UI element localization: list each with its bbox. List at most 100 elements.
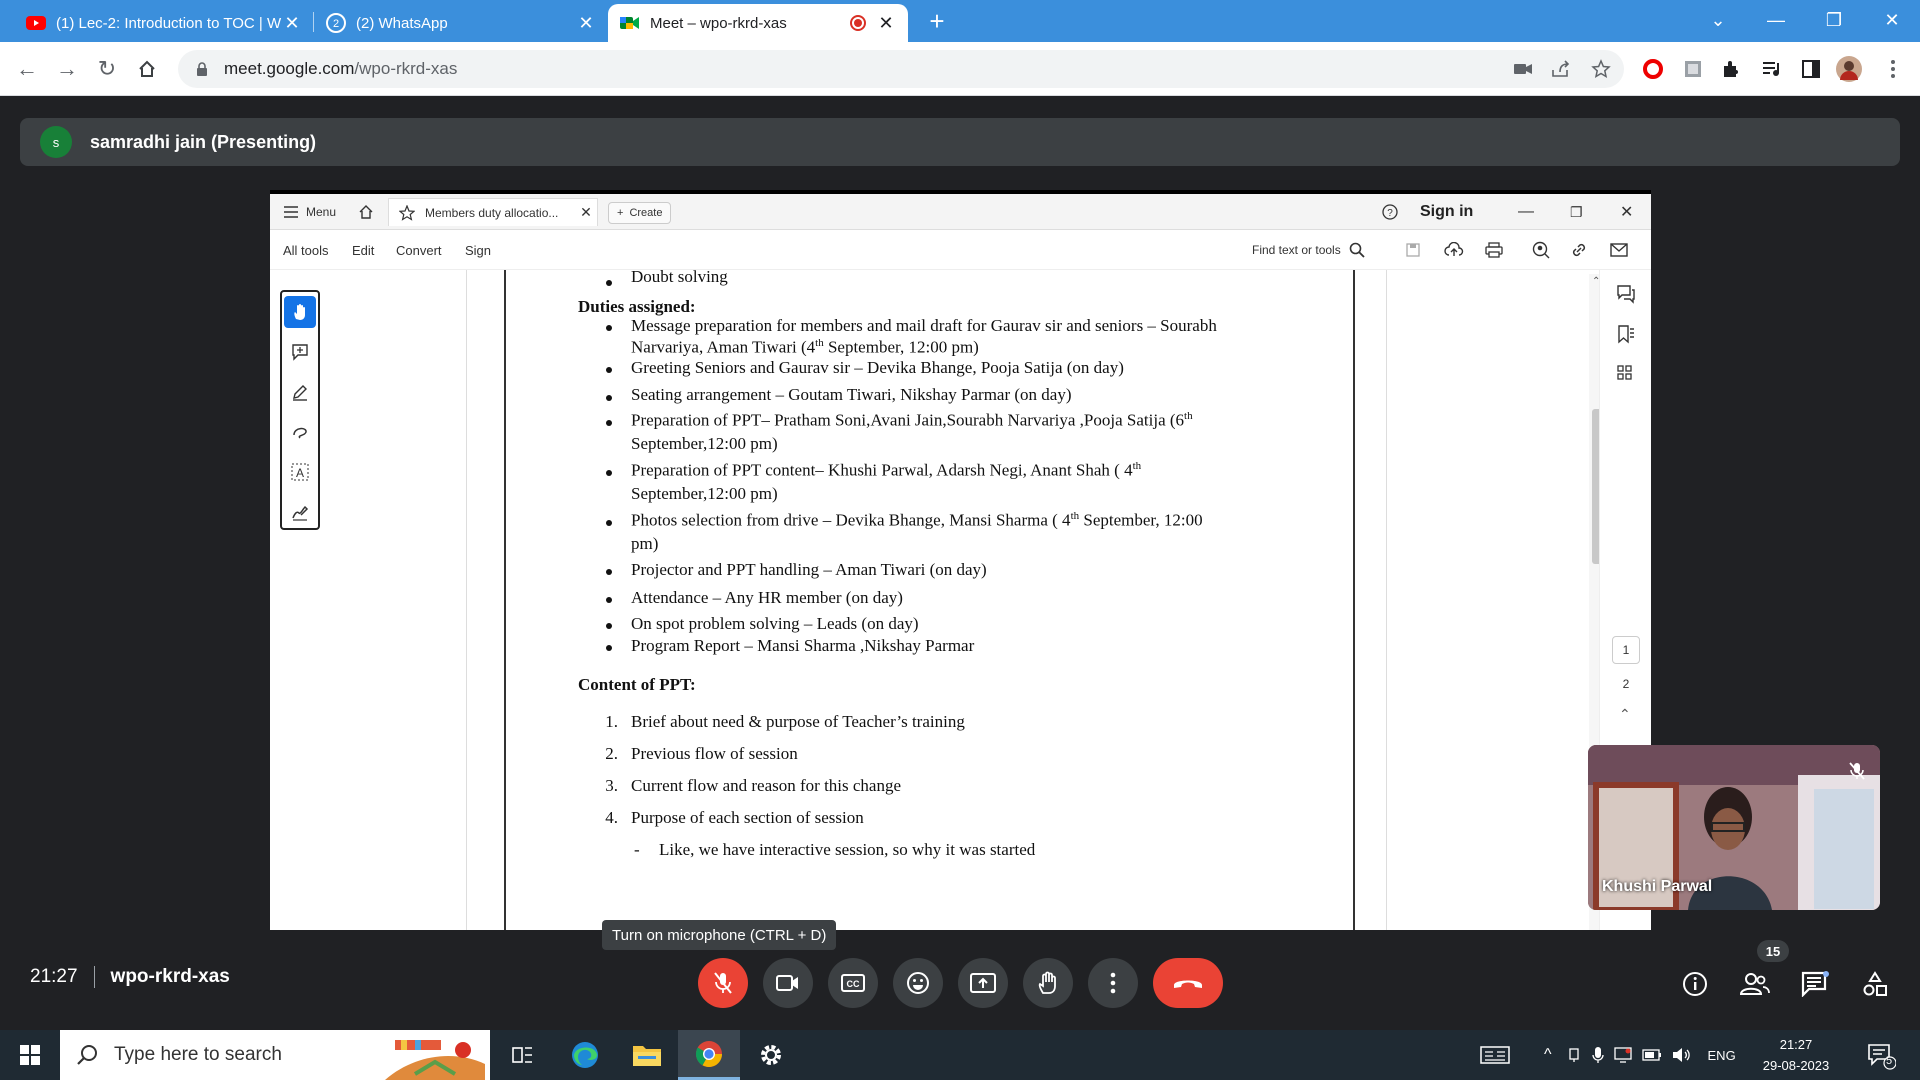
chevron-up-icon[interactable]: ⌃ [1619, 706, 1631, 723]
taskbar-clock[interactable]: 21:27 29-08-2023 [1756, 1034, 1836, 1076]
profile-avatar[interactable] [1836, 56, 1862, 82]
tab-search-button[interactable]: ⌄ [1690, 0, 1746, 40]
close-icon[interactable]: ✕ [576, 13, 596, 34]
tab-whatsapp[interactable]: 2 (2) WhatsApp ✕ [314, 4, 608, 42]
close-window-button[interactable]: ✕ [1864, 0, 1920, 40]
document-tab[interactable]: Members duty allocatio... ✕ [388, 198, 598, 226]
help-icon[interactable]: ? [1382, 194, 1398, 230]
raise-hand-button[interactable] [1023, 958, 1073, 1008]
minimize-button[interactable]: — [1748, 0, 1804, 40]
home-button[interactable] [358, 194, 374, 230]
print-icon[interactable] [1485, 230, 1503, 270]
speaker-icon[interactable] [1672, 1047, 1692, 1063]
restore-button[interactable]: ❐ [1570, 194, 1583, 230]
language-indicator[interactable]: ENG [1708, 1048, 1736, 1063]
microphone-tray-icon[interactable] [1591, 1046, 1604, 1064]
menu-convert[interactable]: Convert [396, 230, 442, 270]
home-button[interactable] [132, 54, 162, 84]
microphone-toggle-button[interactable] [698, 958, 748, 1008]
star-icon[interactable] [1588, 56, 1614, 82]
upload-cloud-icon[interactable] [1444, 230, 1464, 270]
doc-line: Preparation of PPT– Pratham Soni,Avani J… [631, 410, 1193, 431]
doc-line: Photos selection from drive – Devika Bha… [631, 510, 1203, 531]
folder-icon [633, 1046, 661, 1066]
close-icon[interactable]: ✕ [282, 13, 302, 34]
comments-icon[interactable] [1616, 284, 1636, 309]
tab-meet[interactable]: Meet – wpo-rkrd-xas ✕ [608, 4, 908, 42]
highlight-tool-icon[interactable] [284, 376, 316, 408]
camera-toggle-button[interactable] [763, 958, 813, 1008]
more-options-button[interactable] [1088, 958, 1138, 1008]
self-view-tile[interactable]: Khushi Parwal [1588, 745, 1880, 910]
minimize-button[interactable]: — [1518, 194, 1534, 230]
duties-heading: Duties assigned: [578, 297, 696, 316]
menu-sign[interactable]: Sign [465, 230, 491, 270]
notification-center-button[interactable]: 5 [1866, 1030, 1896, 1080]
sign-tool-icon[interactable] [284, 496, 316, 528]
superscript: th [1070, 510, 1080, 522]
page-1-button[interactable]: 1 [1612, 636, 1640, 664]
camera-icon[interactable] [1510, 56, 1536, 82]
comment-tool-icon[interactable] [284, 336, 316, 368]
share-icon[interactable] [1548, 56, 1574, 82]
svg-text:A: A [296, 466, 304, 480]
tab-youtube[interactable]: (1) Lec-2: Introduction to TOC | W ✕ [14, 4, 314, 42]
forward-button[interactable]: → [52, 54, 82, 84]
taskbar-search-box[interactable]: Type here to search [60, 1030, 490, 1080]
meeting-details-button[interactable] [1673, 962, 1717, 1006]
doc-line: September,12:00 pm) [631, 484, 778, 503]
chat-button[interactable] [1793, 962, 1837, 1006]
thumbnails-icon[interactable] [1616, 364, 1634, 387]
puzzle-icon[interactable] [1718, 56, 1744, 82]
draw-tool-icon[interactable] [284, 416, 316, 448]
news-widget-icon[interactable] [1480, 1045, 1510, 1065]
present-now-button[interactable] [958, 958, 1008, 1008]
find-tools-field[interactable]: Find text or tools [1252, 230, 1365, 270]
close-window-button[interactable]: ✕ [1620, 194, 1633, 230]
page-2-button[interactable]: 2 [1612, 670, 1640, 698]
new-tab-button[interactable]: + [922, 6, 952, 36]
captions-button[interactable]: CC [828, 958, 878, 1008]
bookmark-icon[interactable] [1616, 324, 1636, 349]
battery-icon[interactable] [1641, 1049, 1662, 1061]
email-icon[interactable] [1610, 230, 1628, 270]
people-button[interactable] [1733, 962, 1777, 1006]
save-icon[interactable] [1405, 230, 1421, 270]
edge-app[interactable] [554, 1030, 616, 1080]
chrome-app[interactable] [678, 1030, 740, 1080]
menu-button[interactable]: Menu [284, 194, 336, 230]
file-explorer-app[interactable] [616, 1030, 678, 1080]
meeting-info: 21:27 wpo-rkrd-xas [30, 966, 230, 988]
menu-edit[interactable]: Edit [352, 230, 374, 270]
hand-tool-icon[interactable] [284, 296, 316, 328]
doc-text: Narvariya, Aman Tiwari (4 [631, 337, 816, 357]
network-icon[interactable] [1566, 1047, 1582, 1063]
sign-in-button[interactable]: Sign in [1420, 194, 1473, 230]
share-user-icon[interactable] [1532, 230, 1550, 270]
close-icon[interactable]: ✕ [575, 204, 597, 221]
activities-button[interactable] [1853, 962, 1897, 1006]
pdf-page: Doubt solving Duties assigned: Message p… [504, 267, 1355, 930]
display-icon[interactable] [1613, 1047, 1632, 1063]
chevron-up-icon[interactable]: ^ [1544, 1046, 1552, 1064]
text-tool-icon[interactable]: A [284, 456, 316, 488]
reload-button[interactable]: ↻ [92, 54, 122, 84]
address-bar[interactable]: meet.google.com/wpo-rkrd-xas [178, 50, 1624, 88]
side-panel-icon[interactable] [1798, 56, 1824, 82]
kebab-menu-icon[interactable] [1880, 56, 1906, 82]
menu-all-tools[interactable]: All tools [283, 230, 329, 270]
extension-icon[interactable] [1680, 56, 1706, 82]
start-button[interactable] [0, 1030, 60, 1080]
task-view-button[interactable] [492, 1030, 554, 1080]
link-icon[interactable] [1570, 230, 1588, 270]
opera-extension-icon[interactable] [1640, 56, 1666, 82]
shared-screen: Menu Members duty allocatio... ✕ + Create… [270, 190, 1651, 930]
settings-app[interactable] [740, 1030, 802, 1080]
restore-button[interactable]: ❐ [1806, 0, 1862, 40]
leave-call-button[interactable] [1153, 958, 1223, 1008]
back-button[interactable]: ← [12, 54, 42, 84]
create-button[interactable]: + Create [608, 202, 672, 224]
close-icon[interactable]: ✕ [876, 13, 896, 34]
reactions-button[interactable] [893, 958, 943, 1008]
media-control-icon[interactable] [1758, 56, 1784, 82]
